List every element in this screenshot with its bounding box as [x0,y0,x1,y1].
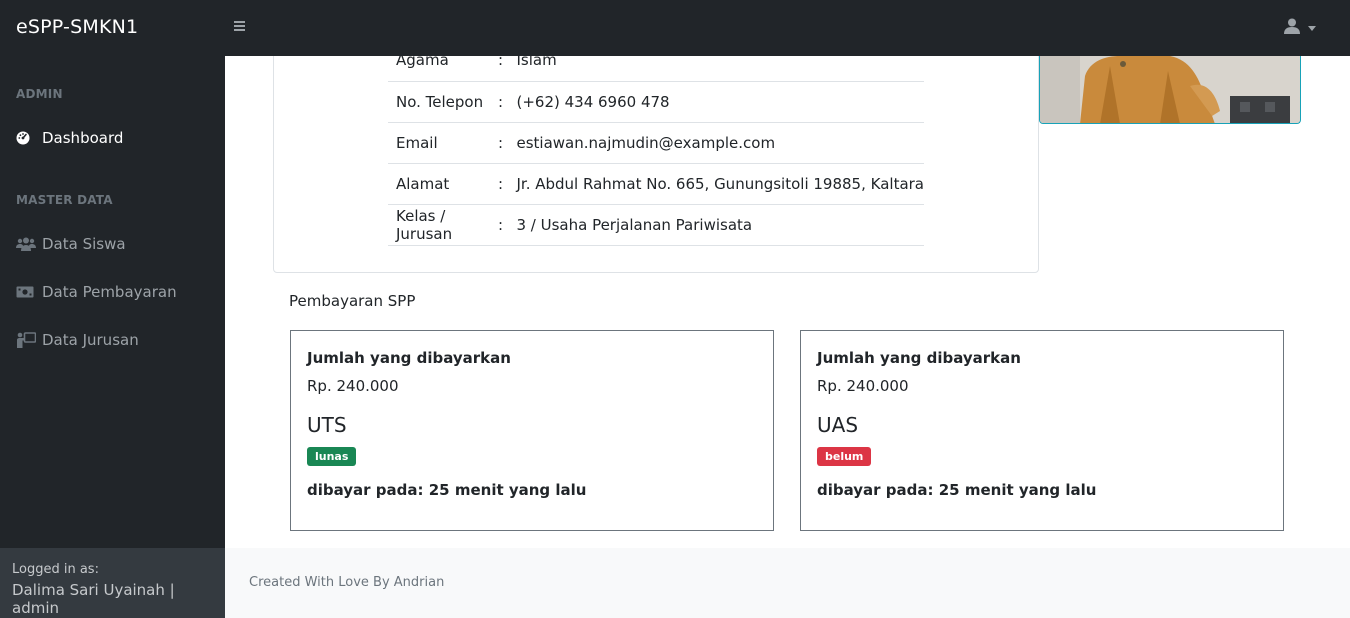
hamburger-icon-line [234,25,245,27]
top-navbar: eSPP-SMKN1 [0,0,1350,56]
amount-label: Jumlah yang dibayarkan [817,349,1021,367]
sidebar-item-dashboard[interactable]: Dashboard [0,118,225,158]
logged-in-panel: Logged in as: Dalima Sari Uyainah | admi… [0,548,225,618]
sidebar-item-label: Data Jurusan [42,331,139,349]
field-label: Email [388,122,493,164]
amount-value: Rp. 240.000 [817,377,909,395]
payment-name: UAS [817,413,859,437]
sidebar-toggle-button[interactable] [232,17,248,37]
paid-at-text: dibayar pada: 25 menit yang lalu [307,481,587,499]
field-separator: : [492,122,509,164]
user-menu-button[interactable] [1284,16,1324,40]
chalkboard-icon [16,332,36,348]
sidebar-heading-master-data: MASTER DATA [16,193,113,207]
sidebar-item-data-pembayaran[interactable]: Data Pembayaran [0,272,225,312]
dashboard-icon [16,130,36,146]
field-separator: : [492,163,509,205]
user-icon [1284,18,1300,34]
sidebar: ADMIN Dashboard MASTER DATA Data Siswa D… [0,56,225,618]
field-label: Alamat [388,163,493,205]
payment-card-uas: Jumlah yang dibayarkan Rp. 240.000 UAS b… [800,330,1284,531]
hamburger-icon-line [234,29,245,31]
page-footer: Created With Love By Andrian [225,548,1350,618]
status-badge: lunas [307,447,357,466]
field-label: Kelas / Jurusan [388,204,493,246]
field-value: estiawan.najmudin@example.com [508,122,924,164]
field-separator: : [492,81,509,123]
footer-credit: Created With Love By Andrian [249,575,445,590]
sidebar-item-data-jurusan[interactable]: Data Jurusan [0,320,225,360]
field-label: No. Telepon [388,81,493,123]
users-icon [16,236,36,252]
sidebar-item-label: Dashboard [42,129,124,147]
brand-title[interactable]: eSPP-SMKN1 [16,16,138,38]
payment-name: UTS [307,413,347,437]
sidebar-item-label: Data Siswa [42,235,126,253]
payments-section-title: Pembayaran SPP [289,292,416,310]
sidebar-heading-admin: ADMIN [16,87,63,101]
sidebar-item-label: Data Pembayaran [42,283,177,301]
paid-at-text: dibayar pada: 25 menit yang lalu [817,481,1097,499]
student-photo [1039,56,1301,124]
status-badge: belum [817,447,872,466]
money-icon [16,284,36,300]
field-value: (+62) 434 6960 478 [508,81,924,123]
field-value: 3 / Usaha Perjalanan Pariwisata [508,204,924,246]
chevron-down-icon [1308,26,1316,31]
field-separator: : [492,204,509,246]
logged-in-user: Dalima Sari Uyainah | admin [12,581,175,617]
sidebar-item-data-siswa[interactable]: Data Siswa [0,224,225,264]
field-value: Jr. Abdul Rahmat No. 665, Gunungsitoli 1… [508,163,924,205]
amount-label: Jumlah yang dibayarkan [307,349,511,367]
payment-card-uts: Jumlah yang dibayarkan Rp. 240.000 UTS l… [290,330,774,531]
student-info-table: Agama : Islam No. Telepon : (+62) 434 69… [388,40,924,246]
amount-value: Rp. 240.000 [307,377,399,395]
hamburger-icon-line [234,21,245,23]
table-row: Email : estiawan.najmudin@example.com [388,122,924,164]
logged-in-label: Logged in as: [12,562,99,577]
table-row: Kelas / Jurusan : 3 / Usaha Perjalanan P… [388,204,924,246]
table-row: Alamat : Jr. Abdul Rahmat No. 665, Gunun… [388,163,924,205]
table-row: No. Telepon : (+62) 434 6960 478 [388,81,924,123]
